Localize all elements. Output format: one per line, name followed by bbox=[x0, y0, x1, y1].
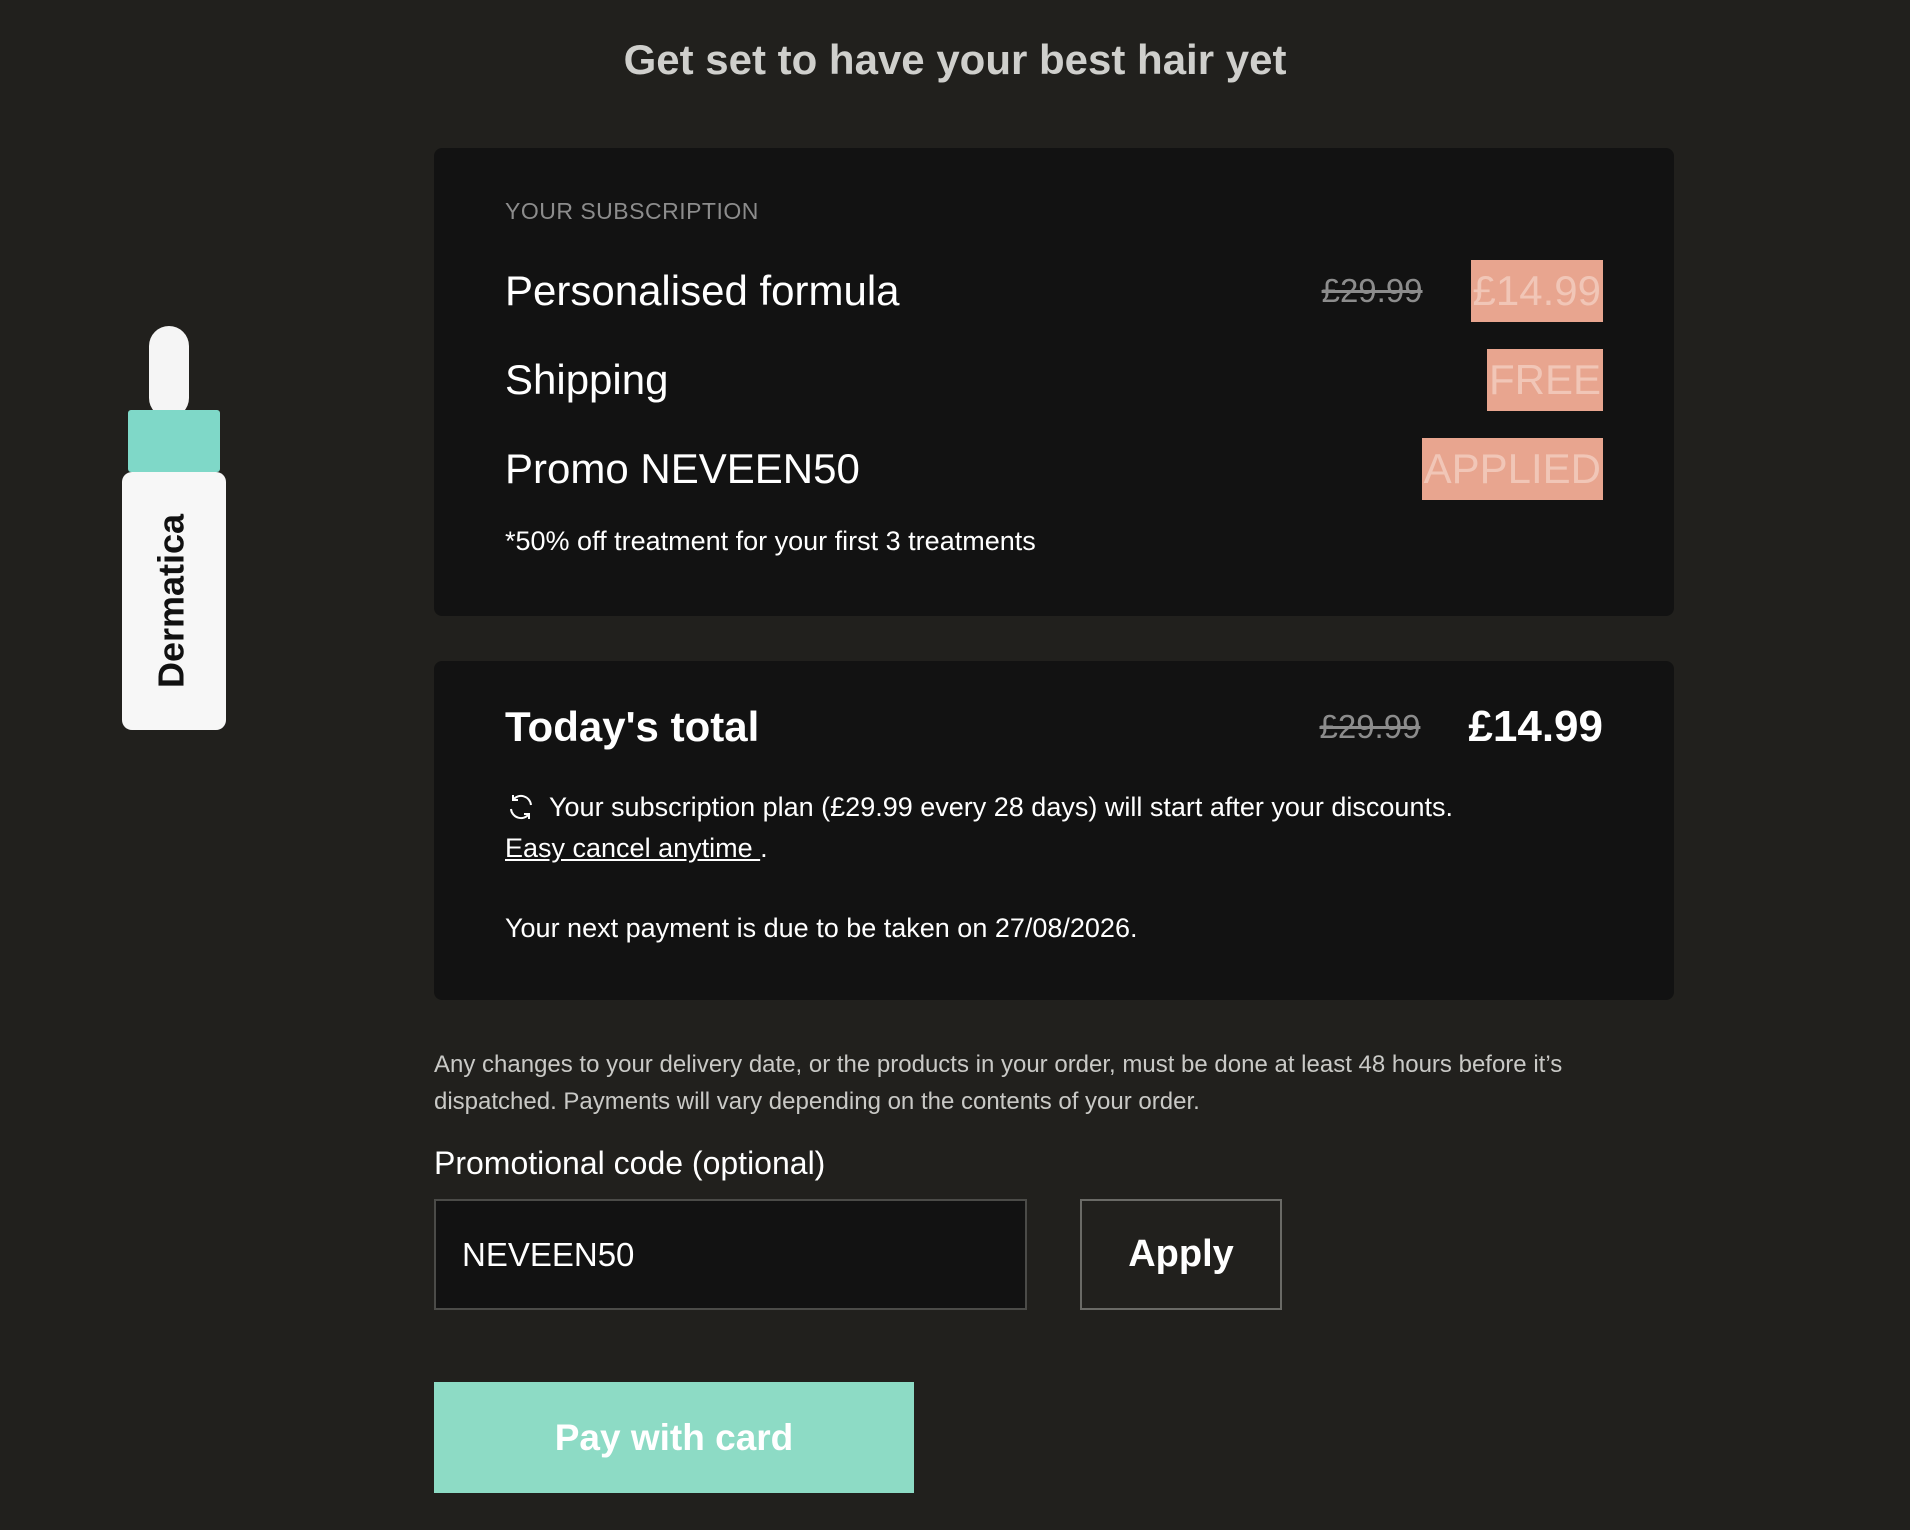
discounted-price-badge: £14.99 bbox=[1470, 260, 1603, 322]
total-card: Today's total £29.99 £14.99 Your subscri… bbox=[434, 661, 1674, 1000]
promo-applied-badge: APPLIED bbox=[1421, 438, 1603, 500]
line-item-label: Personalised formula bbox=[505, 267, 900, 314]
line-item-label: Promo NEVEEN50 bbox=[505, 445, 860, 492]
promo-code-label: Promotional code (optional) bbox=[434, 1145, 826, 1181]
line-item-formula: Personalised formula £29.99 £14.99 bbox=[505, 260, 1603, 322]
total-original-price: £29.99 bbox=[1319, 708, 1421, 745]
easy-cancel-link[interactable]: Easy cancel anytime bbox=[505, 833, 760, 863]
pay-with-card-button[interactable]: Pay with card bbox=[434, 1382, 914, 1493]
original-price: £29.99 bbox=[1321, 272, 1423, 309]
subscription-plan-note: Your subscription plan (£29.99 every 28 … bbox=[505, 791, 1453, 823]
page-title: Get set to have your best hair yet bbox=[623, 36, 1287, 83]
subscription-heading: YOUR SUBSCRIPTION bbox=[505, 198, 759, 224]
shipping-free-badge: FREE bbox=[1486, 349, 1603, 411]
subscription-plan-text: Your subscription plan (£29.99 every 28 … bbox=[549, 791, 1453, 822]
total-row: Today's total £29.99 £14.99 bbox=[505, 697, 1603, 757]
discount-footnote: *50% off treatment for your first 3 trea… bbox=[505, 526, 1036, 556]
line-item-shipping: Shipping FREE bbox=[505, 349, 1603, 411]
refresh-icon bbox=[510, 794, 532, 820]
product-brand-label: Dermatica bbox=[151, 513, 192, 688]
line-item-promo: Promo NEVEEN50 APPLIED bbox=[505, 438, 1603, 500]
product-bottle-image: Dermatica bbox=[122, 326, 226, 730]
promo-code-input[interactable] bbox=[434, 1199, 1027, 1310]
total-price: £14.99 bbox=[1468, 702, 1603, 751]
order-changes-disclaimer: Any changes to your delivery date, or th… bbox=[434, 1051, 1563, 1115]
next-payment-text: Your next payment is due to be taken on … bbox=[505, 913, 1138, 943]
apply-button[interactable]: Apply bbox=[1080, 1199, 1282, 1310]
line-item-label: Shipping bbox=[505, 356, 669, 403]
total-label: Today's total bbox=[505, 703, 760, 750]
subscription-card: YOUR SUBSCRIPTION Personalised formula £… bbox=[434, 148, 1674, 616]
cancel-link-suffix: . bbox=[760, 833, 768, 863]
